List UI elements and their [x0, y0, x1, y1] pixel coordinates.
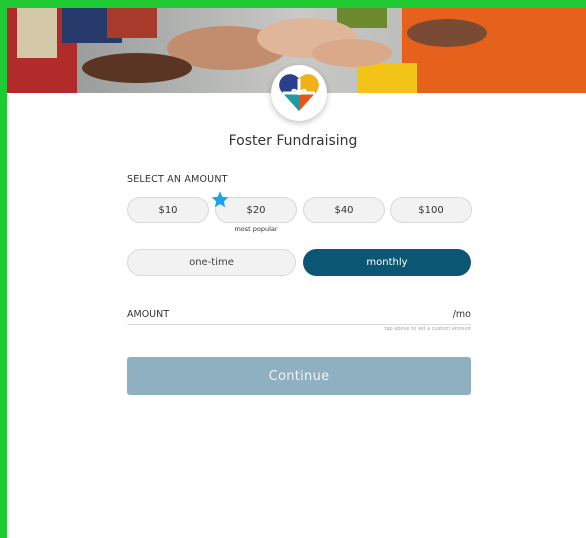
amount-option-10[interactable]: $10	[127, 197, 209, 223]
amount-option-100[interactable]: $100	[390, 197, 472, 223]
amount-input-underline	[127, 324, 471, 325]
custom-amount-hint: tap above to set a custom amount	[384, 326, 472, 332]
most-popular-label: most popular	[234, 225, 278, 233]
per-month-suffix: /mo	[452, 309, 471, 320]
page-title: Foster Fundraising	[228, 133, 358, 149]
one-time-toggle[interactable]: one-time	[127, 249, 296, 276]
organization-logo	[271, 65, 327, 121]
amount-input-label[interactable]: AMOUNT	[127, 309, 169, 320]
heart-gift-icon	[279, 74, 319, 111]
amount-option-40[interactable]: $40	[303, 197, 385, 223]
select-amount-label: SELECT AN AMOUNT	[127, 174, 228, 185]
continue-button[interactable]: Continue	[127, 357, 471, 395]
window-frame-left	[0, 0, 7, 538]
star-icon	[211, 191, 229, 208]
window-frame-top	[0, 0, 586, 8]
monthly-toggle[interactable]: monthly	[303, 249, 471, 276]
